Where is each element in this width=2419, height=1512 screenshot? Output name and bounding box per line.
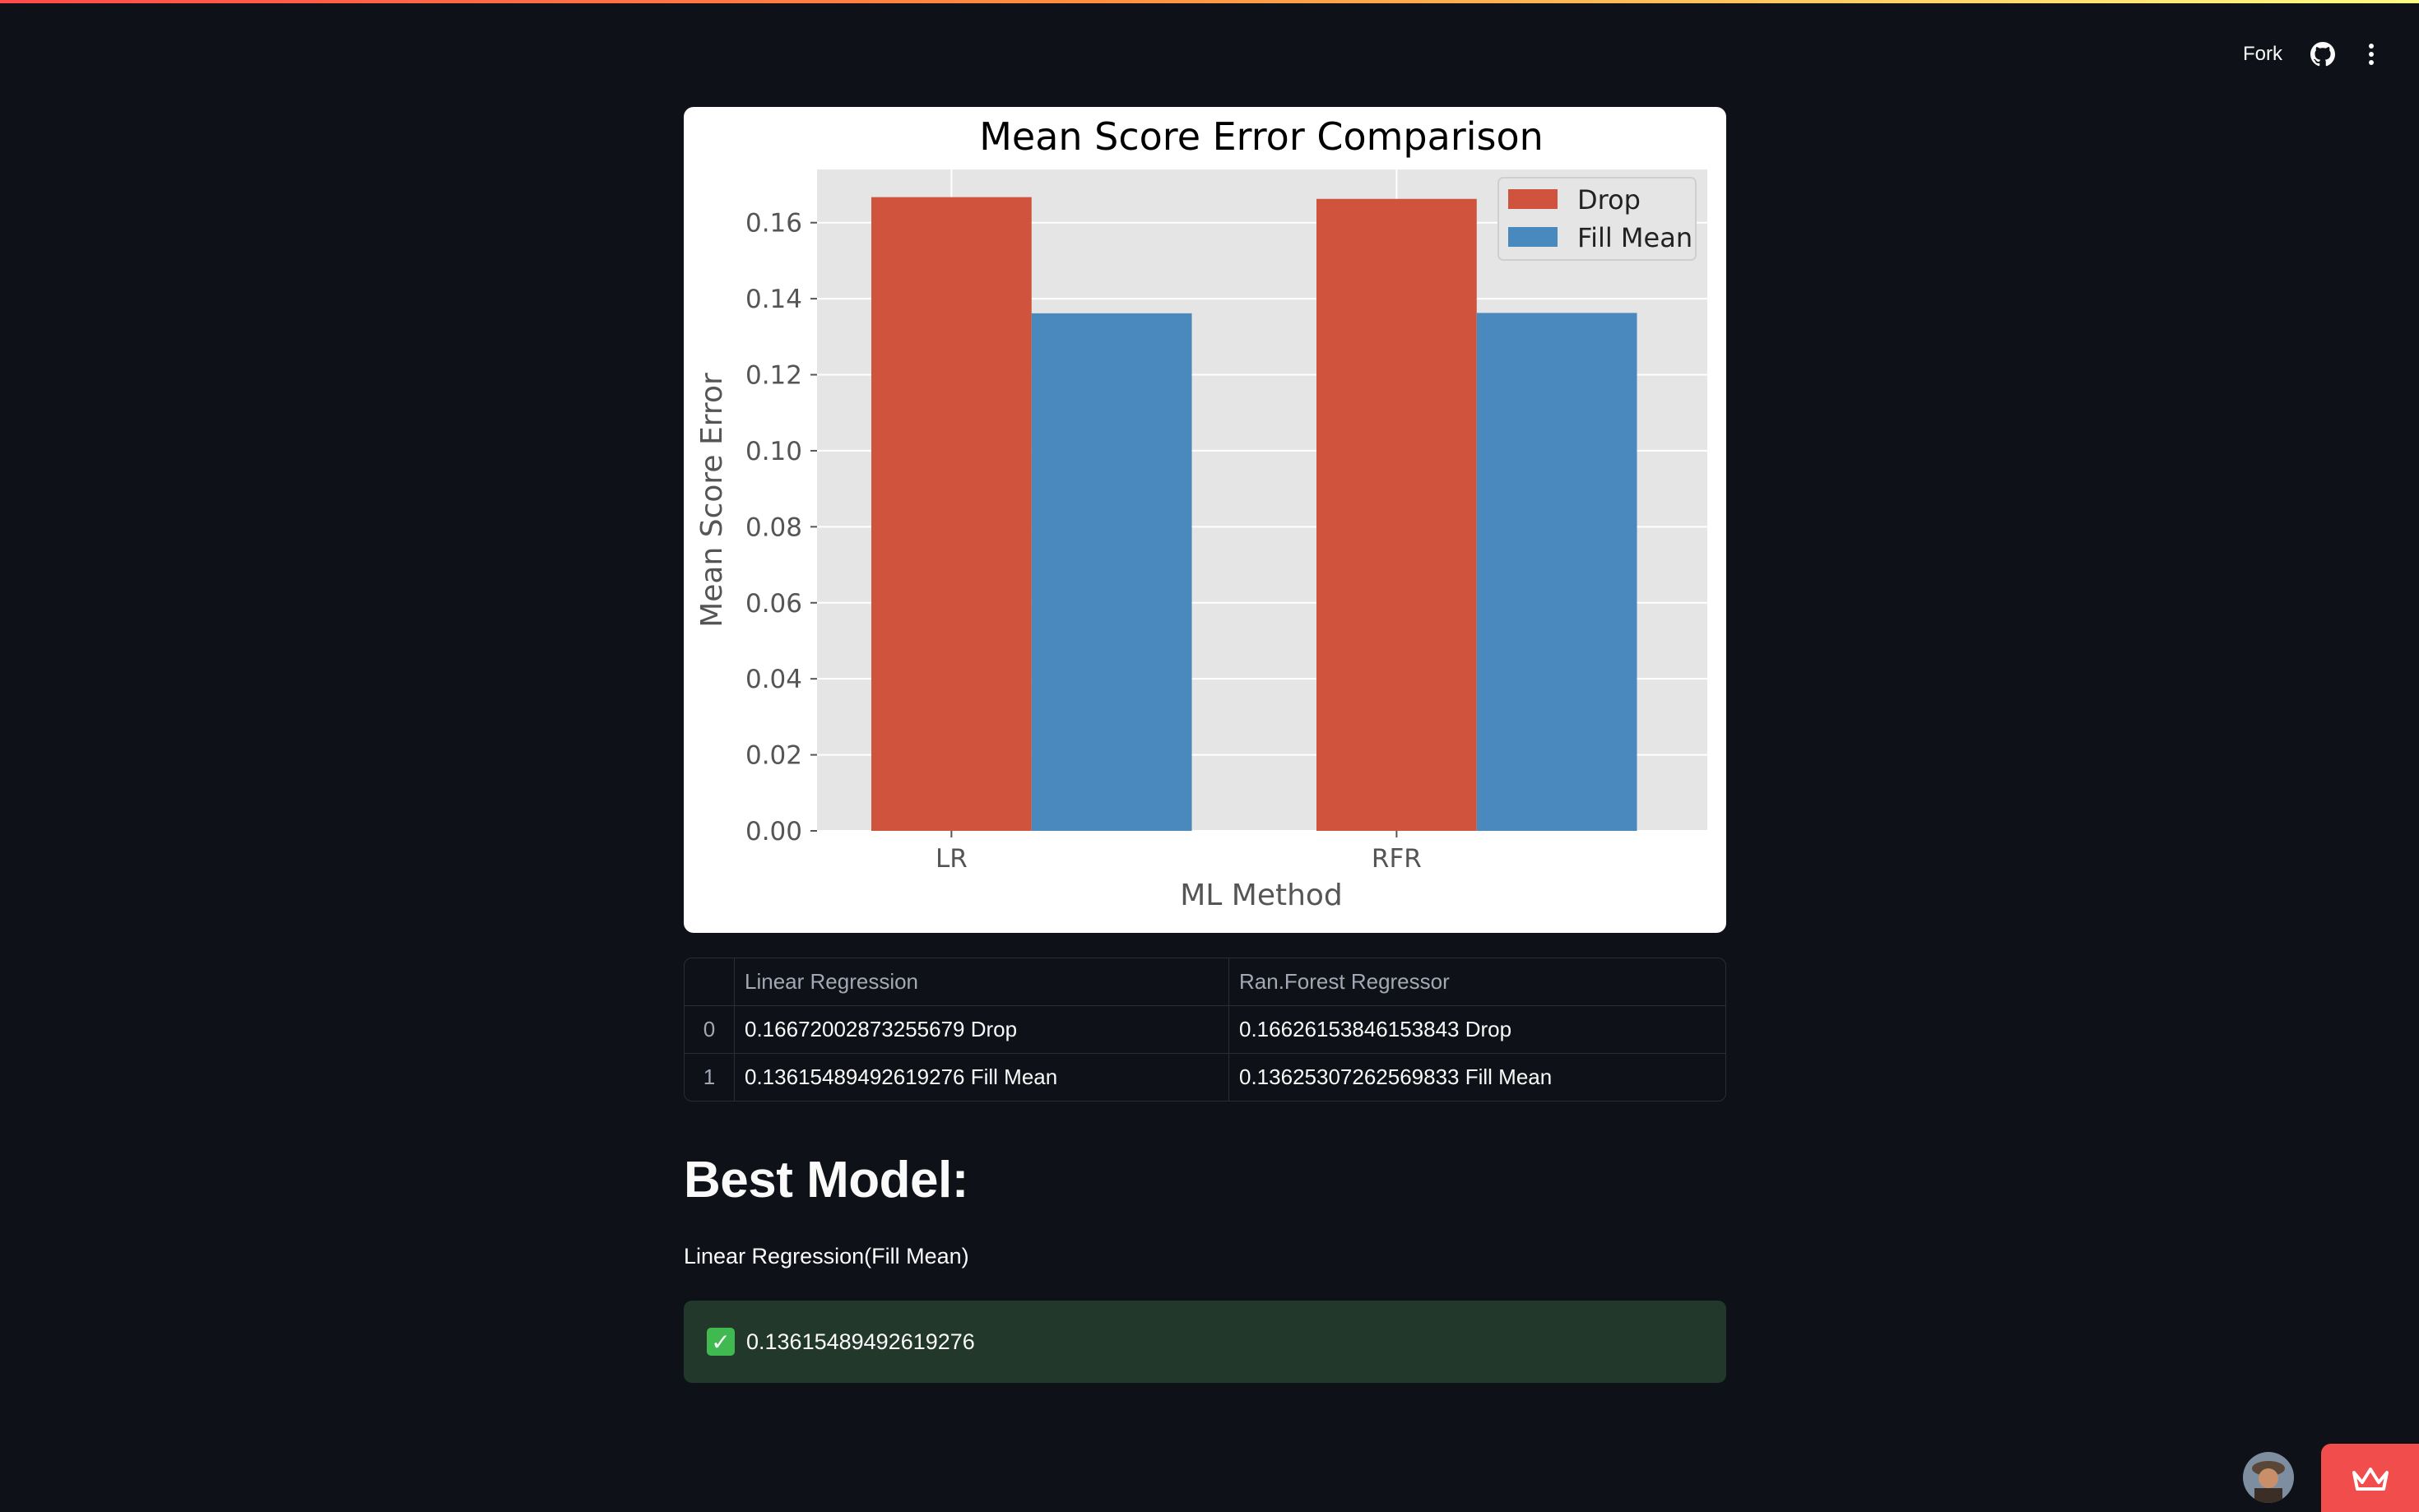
y-tick-label: 0.00 bbox=[745, 817, 802, 846]
chart-card: 0.00 0.02 0.04 0.06 0.08 0.10 0.12 0.14 0.16 LR RF… bbox=[684, 107, 1726, 933]
y-tick-label: 0.02 bbox=[745, 741, 802, 771]
check-icon: ✓ bbox=[707, 1328, 735, 1356]
top-decoration-bar bbox=[0, 0, 2419, 3]
y-tick-label: 0.08 bbox=[745, 513, 802, 542]
legend-swatch bbox=[1508, 189, 1558, 209]
table-cell[interactable]: 0.13615489492619276 Fill Mean bbox=[734, 1053, 1229, 1101]
chart-title: Mean Score Error Comparison bbox=[979, 114, 1544, 159]
app-header-actions: Fork bbox=[2243, 36, 2380, 72]
bar-drop-rfr bbox=[1316, 198, 1477, 831]
table-row: 0 0.16672002873255679 Drop 0.16626153846… bbox=[685, 1005, 1725, 1054]
bar-fill-mean-lr bbox=[1031, 313, 1192, 831]
legend-label: Drop bbox=[1577, 184, 1641, 216]
crown-icon[interactable] bbox=[2321, 1444, 2419, 1512]
success-alert: ✓ 0.13615489492619276 bbox=[684, 1301, 1726, 1383]
chart-legend: Drop Fill Mean bbox=[1497, 177, 1697, 261]
column-header-index bbox=[685, 958, 735, 1006]
y-tick-label: 0.16 bbox=[745, 209, 802, 239]
table-cell[interactable]: 0.16672002873255679 Drop bbox=[734, 1005, 1229, 1054]
legend-swatch bbox=[1508, 227, 1558, 247]
table-cell[interactable]: 0.16626153846153843 Drop bbox=[1228, 1005, 1725, 1054]
x-tick-label: LR bbox=[936, 844, 968, 874]
bar-chart: 0.00 0.02 0.04 0.06 0.08 0.10 0.12 0.14 0.16 LR RF… bbox=[695, 114, 1707, 912]
legend-label: Fill Mean bbox=[1577, 222, 1692, 253]
github-icon[interactable] bbox=[2310, 42, 2335, 67]
best-model-heading: Best Model: bbox=[684, 1152, 968, 1208]
bar-drop-lr bbox=[871, 197, 1032, 831]
more-vertical-icon[interactable] bbox=[2363, 38, 2380, 71]
fork-button[interactable]: Fork bbox=[2243, 43, 2282, 66]
row-index: 0 bbox=[685, 1005, 735, 1054]
table-cell[interactable]: 0.13625307262569833 Fill Mean bbox=[1229, 1054, 1726, 1102]
table-header-row: Linear Regression Ran.Forest Regressor bbox=[685, 958, 1725, 1006]
y-axis-label: Mean Score Error bbox=[695, 373, 729, 628]
avatar[interactable] bbox=[2243, 1452, 2294, 1503]
column-header-linear-regression[interactable]: Linear Regression bbox=[734, 958, 1229, 1006]
best-model-text: Linear Regression(Fill Mean) bbox=[684, 1244, 969, 1269]
bar-fill-mean-rfr bbox=[1476, 313, 1637, 831]
row-index: 1 bbox=[685, 1053, 735, 1101]
success-value: 0.13615489492619276 bbox=[746, 1329, 975, 1354]
x-tick-label: RFR bbox=[1372, 844, 1422, 874]
y-tick-label: 0.10 bbox=[745, 437, 802, 466]
results-table: Linear Regression Ran.Forest Regressor 0… bbox=[684, 958, 1726, 1102]
x-axis-label: ML Method bbox=[1180, 879, 1343, 912]
table-row: 1 0.13615489492619276 Fill Mean 0.136253… bbox=[685, 1053, 1726, 1102]
column-header-random-forest[interactable]: Ran.Forest Regressor bbox=[1228, 958, 1725, 1006]
y-tick-label: 0.06 bbox=[745, 589, 802, 619]
main-content: 0.00 0.02 0.04 0.06 0.08 0.10 0.12 0.14 0.16 LR RF… bbox=[684, 107, 1726, 1383]
y-tick-label: 0.12 bbox=[745, 361, 802, 391]
y-tick-label: 0.14 bbox=[745, 285, 802, 314]
y-tick-label: 0.04 bbox=[745, 665, 802, 694]
